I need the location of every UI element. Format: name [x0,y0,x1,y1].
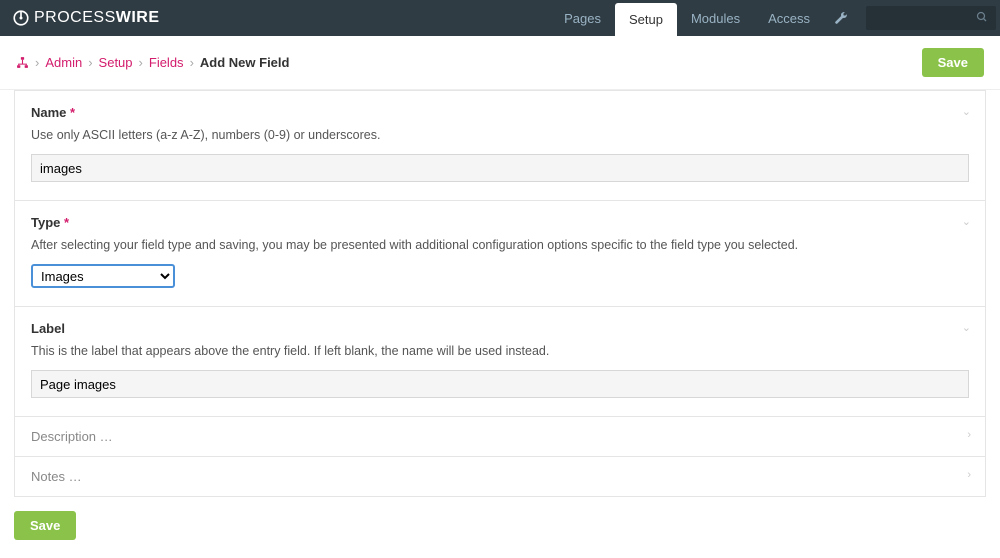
tools-icon[interactable] [824,11,858,25]
panel-type: ⌄ Type * After selecting your field type… [14,201,986,307]
type-help: After selecting your field type and savi… [31,238,969,252]
name-input[interactable] [31,154,969,182]
sep: › [139,55,143,70]
breadcrumb: › Admin › Setup › Fields › Add New Field [16,55,289,70]
chevron-right-icon: › [967,469,971,481]
logo[interactable]: PROCESSWIRE [12,9,160,27]
label-input[interactable] [31,370,969,398]
label-label: Label [31,321,65,336]
crumb-fields[interactable]: Fields [149,55,184,70]
crumb-setup[interactable]: Setup [99,55,133,70]
chevron-down-icon[interactable]: ⌄ [962,321,971,334]
logo-text-2: WIRE [116,9,160,27]
panel-label: ⌄ Label This is the label that appears a… [14,307,986,417]
save-button-top[interactable]: Save [922,48,984,77]
search-icon[interactable] [976,11,988,26]
sep: › [88,55,92,70]
panel-description[interactable]: › Description … [14,417,986,457]
required-marker: * [64,215,69,230]
label-help: This is the label that appears above the… [31,344,969,358]
chevron-right-icon: › [967,429,971,441]
top-nav: Pages Setup Modules Access [550,0,824,36]
description-label: Description … [31,429,969,444]
required-marker: * [70,105,75,120]
wrench-icon [834,11,848,25]
type-select[interactable]: Images [31,264,175,288]
nav-access[interactable]: Access [754,0,824,36]
processwire-icon [12,9,30,27]
crumb-current: Add New Field [200,55,290,70]
nav-pages[interactable]: Pages [550,0,615,36]
panel-name: ⌄ Name * Use only ASCII letters (a-z A-Z… [14,90,986,201]
notes-label: Notes … [31,469,969,484]
chevron-down-icon[interactable]: ⌄ [962,215,971,228]
nav-modules[interactable]: Modules [677,0,754,36]
crumb-admin[interactable]: Admin [45,55,82,70]
sep: › [190,55,194,70]
chevron-down-icon[interactable]: ⌄ [962,105,971,118]
panel-notes[interactable]: › Notes … [14,457,986,497]
save-button-bottom[interactable]: Save [14,511,76,540]
logo-text-1: PROCESS [34,9,116,27]
type-label: Type [31,215,60,230]
name-help: Use only ASCII letters (a-z A-Z), number… [31,128,969,142]
sep: › [35,55,39,70]
nav-setup[interactable]: Setup [615,3,677,36]
search-box [866,6,988,30]
name-label: Name [31,105,66,120]
sitemap-icon[interactable] [16,56,29,69]
